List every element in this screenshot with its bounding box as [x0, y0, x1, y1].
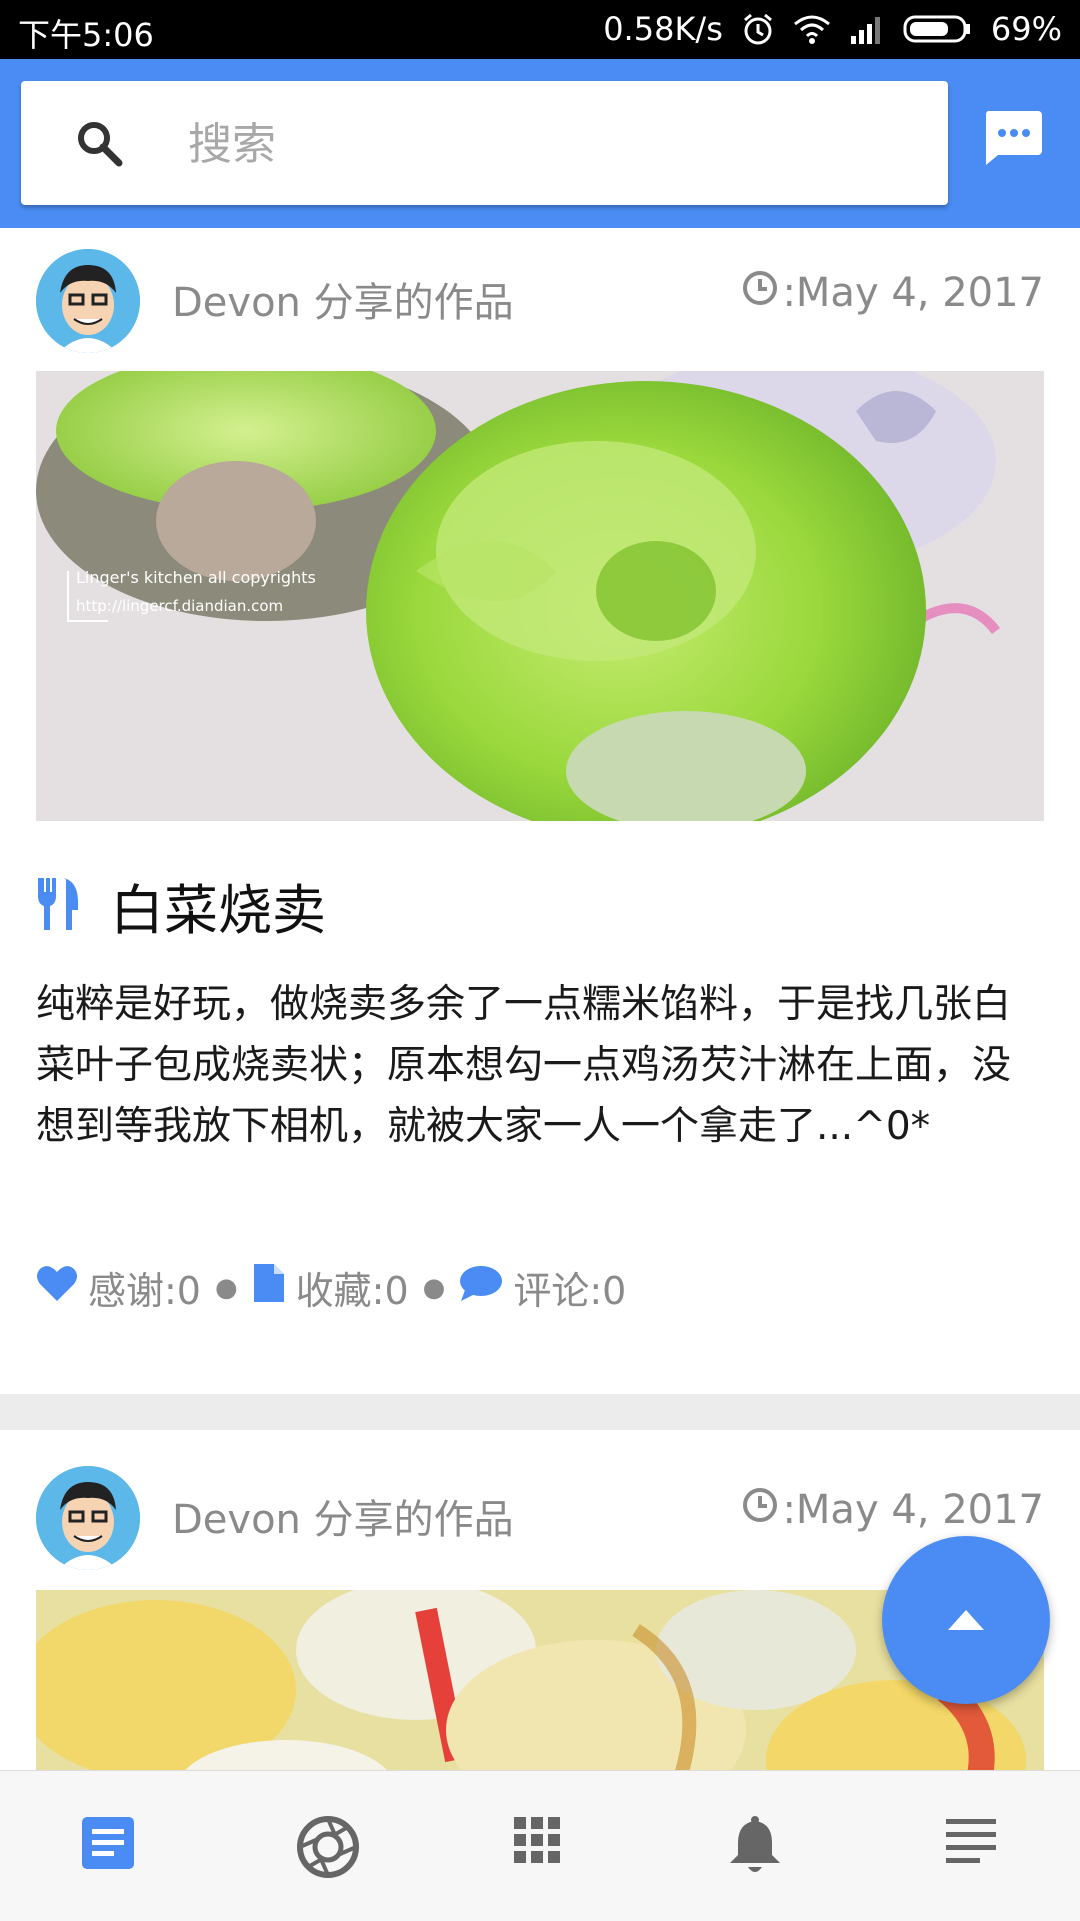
battery-icon [903, 14, 973, 44]
comments-count: 评论:0 [513, 1269, 627, 1313]
scroll-to-top-button[interactable] [882, 1536, 1050, 1704]
thanks-stat[interactable]: 感谢:0 [36, 1260, 201, 1315]
nav-item-articles[interactable] [0, 1771, 216, 1921]
post-date: :May 4, 2017 [742, 270, 1044, 316]
avatar[interactable] [36, 1466, 140, 1570]
clock-icon [742, 1487, 778, 1533]
nav-item-more[interactable] [864, 1771, 1080, 1921]
nav-item-notifications[interactable] [648, 1771, 864, 1921]
chat-bubble-icon [982, 111, 1044, 173]
status-bar: 下午5:06 0.58K/s 69% [0, 0, 1080, 59]
message-button[interactable] [982, 107, 1044, 169]
post-date-text: :May 4, 2017 [782, 1487, 1044, 1533]
post-author[interactable]: Devon 分享的作品 [172, 270, 514, 328]
image-caption-2: http://lingercf.diandian.com [76, 597, 283, 615]
comments-stat[interactable]: 评论:0 [459, 1260, 626, 1315]
post-author[interactable]: Devon 分享的作品 [172, 1487, 514, 1545]
fork-knife-icon [36, 876, 80, 936]
network-speed: 0.58K/s [603, 10, 723, 48]
clock-icon [742, 270, 778, 316]
signal-icon [849, 14, 885, 44]
search-icon [75, 119, 123, 171]
post-description: 纯粹是好玩，做烧卖多余了一点糯米馅料，于是找几张白菜叶子包成烧卖状；原本想勾一点… [36, 982, 1012, 1149]
post-date-text: :May 4, 2017 [782, 270, 1044, 316]
avatar[interactable] [36, 249, 140, 353]
bottom-navigation [0, 1770, 1080, 1921]
card-divider [0, 1394, 1080, 1430]
nav-item-categories[interactable] [432, 1771, 648, 1921]
favorites-stat[interactable]: 收藏:0 [252, 1260, 409, 1315]
post-title[interactable]: 白菜烧卖 [110, 866, 326, 945]
post-image[interactable]: Linger's kitchen all copyrights http://l… [36, 371, 1044, 821]
image-caption-1: Linger's kitchen all copyrights [76, 568, 316, 587]
nav-item-camera[interactable] [216, 1771, 432, 1921]
comment-bubble-icon [459, 1264, 503, 1311]
feed-list[interactable]: Devon 分享的作品 :May 4, 2017 Linger's kitche… [0, 228, 1080, 1770]
post-title-row[interactable]: 白菜烧卖 [36, 866, 326, 945]
app-header [0, 59, 1080, 228]
wifi-icon [793, 14, 831, 44]
separator-dot: ● [422, 1272, 446, 1303]
separator-dot: ● [214, 1272, 238, 1303]
post-card[interactable]: Devon 分享的作品 :May 4, 2017 [0, 228, 1080, 1394]
document-icon [252, 1262, 286, 1313]
post-stats: 感谢:0 ● 收藏:0 ● 评论:0 [36, 1260, 626, 1315]
heart-icon [36, 1264, 78, 1311]
battery-percent: 69% [990, 10, 1062, 48]
alarm-icon [741, 12, 775, 46]
favorites-count: 收藏:0 [295, 1269, 409, 1313]
post-date: :May 4, 2017 [742, 1487, 1044, 1533]
thanks-count: 感谢:0 [88, 1269, 201, 1313]
search-input[interactable] [186, 105, 910, 183]
search-box[interactable] [21, 81, 948, 205]
status-time: 下午5:06 [18, 16, 154, 54]
